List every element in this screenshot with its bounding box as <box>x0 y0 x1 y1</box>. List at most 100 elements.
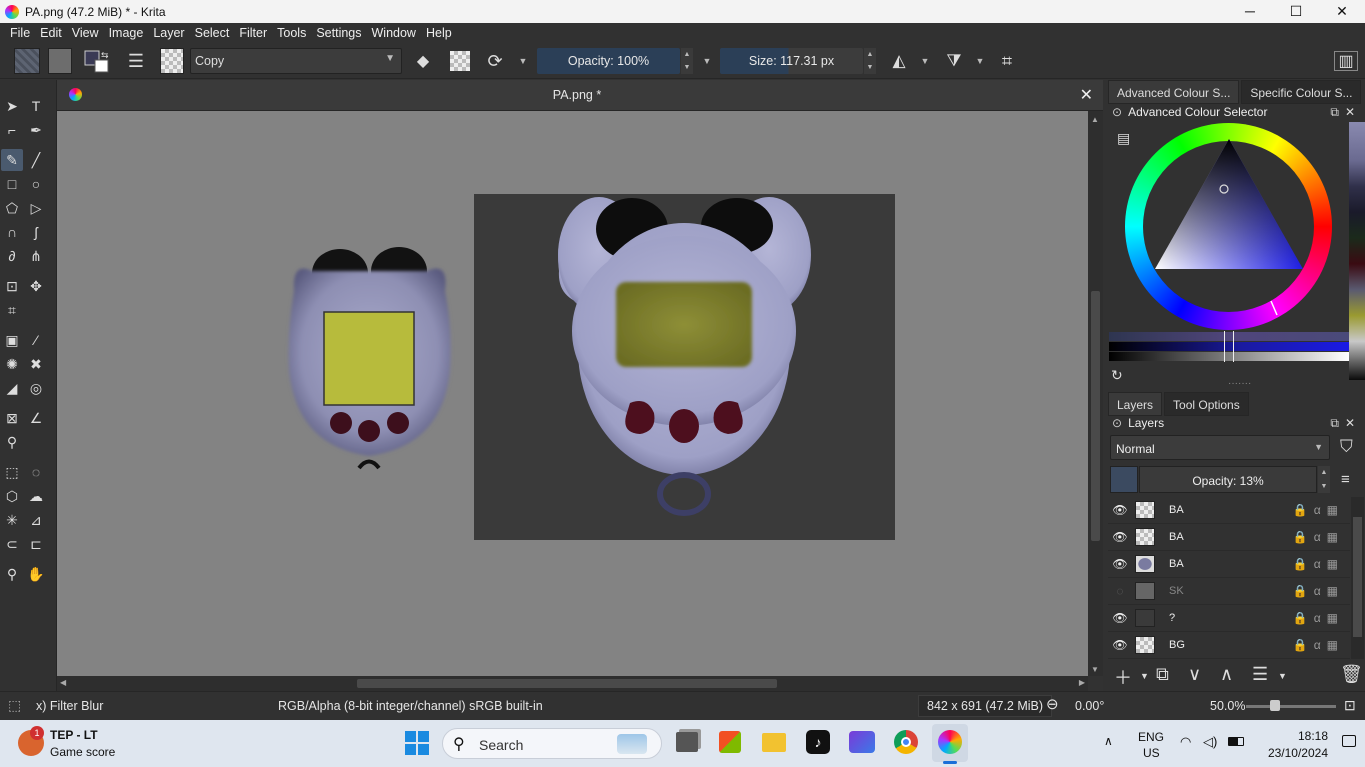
multibrush-tool-icon[interactable]: ⋔ <box>25 245 47 267</box>
pan-tool-icon[interactable]: ✋ <box>25 563 47 585</box>
chevron-down-icon[interactable]: ▼ <box>973 48 987 74</box>
chevron-up-icon[interactable]: ∧ <box>1104 734 1113 748</box>
menu-tools[interactable]: Tools <box>272 26 311 40</box>
colourize-mask-tool-icon[interactable]: ✺ <box>1 353 23 375</box>
volume-icon[interactable]: ◁) <box>1203 734 1217 750</box>
menu-image[interactable]: Image <box>104 26 149 40</box>
layers-scrollbar[interactable] <box>1351 497 1364 659</box>
add-layer-icon[interactable]: ＋ <box>1114 664 1132 690</box>
document-tab[interactable]: PA.png * ✕ <box>57 80 1103 111</box>
measure-tool-icon[interactable]: ∠ <box>25 407 47 429</box>
colorspace-status[interactable]: RGB/Alpha (8-bit integer/channel) sRGB b… <box>278 699 543 713</box>
menu-select[interactable]: Select <box>190 26 235 40</box>
mirror-horizontal-icon[interactable]: ◭ <box>887 48 911 74</box>
tab-advanced-colour-selector[interactable]: Advanced Colour S... <box>1108 80 1240 104</box>
zoom-tool-icon[interactable]: ⚲ <box>1 563 23 585</box>
ellipse-tool-icon[interactable]: ○ <box>25 173 47 195</box>
refresh-icon[interactable]: ↻ <box>1111 367 1123 384</box>
eye-closed-icon[interactable]: ◌ <box>1108 584 1132 598</box>
line-tool-icon[interactable]: ╱ <box>25 149 47 171</box>
chevron-down-icon[interactable]: ▼ <box>918 48 932 74</box>
layer-row[interactable]: 👁 BA 🔒α▦ <box>1108 524 1350 551</box>
horizontal-scrollbar[interactable]: ◀ ▶ <box>57 676 1088 691</box>
workspace-switcher-icon[interactable]: ▥ <box>1334 51 1358 71</box>
opacity-slider[interactable]: Opacity: 100% <box>537 48 680 74</box>
calligraphy-tool-icon[interactable]: ✒ <box>25 119 47 141</box>
close-panel-icon[interactable]: ✕ <box>1345 105 1355 119</box>
wrap-around-icon[interactable]: ⌗ <box>995 48 1019 74</box>
layer-opacity-spinner[interactable]: ▲ ▼ <box>1318 466 1330 493</box>
assistant-tool-icon[interactable]: ⊠ <box>1 407 23 429</box>
blend-mode-select[interactable]: Copy ▼ <box>190 48 402 74</box>
text-tool-icon[interactable]: T <box>25 95 47 117</box>
notifications-icon[interactable] <box>1342 735 1356 747</box>
move-layer-down-icon[interactable]: ∨ <box>1188 664 1201 685</box>
layer-colour-swatch[interactable] <box>1110 466 1138 493</box>
crop-tool-icon[interactable]: ⌗ <box>1 299 23 321</box>
eye-icon[interactable]: 👁 <box>1108 611 1132 625</box>
layer-opacity-slider[interactable]: Opacity: 13% <box>1139 466 1317 493</box>
chevron-down-icon[interactable]: ▼ <box>699 48 715 74</box>
minimize-button[interactable]: ─ <box>1227 0 1273 23</box>
chevron-down-icon[interactable]: ▼ <box>1140 671 1149 681</box>
layer-flags-icon[interactable]: 🔒α▦ <box>1293 584 1344 598</box>
gradient-preset-icon[interactable] <box>14 48 40 74</box>
freehand-selection-tool-icon[interactable]: ☁ <box>25 485 47 507</box>
eye-icon[interactable]: 👁 <box>1108 557 1132 571</box>
zoom-slider-handle[interactable] <box>1270 700 1280 711</box>
rotation-icon[interactable]: ⊖ <box>1046 695 1059 713</box>
menu-help[interactable]: Help <box>421 26 457 40</box>
hamburger-menu-icon[interactable]: ≡ <box>1341 471 1350 488</box>
rotation-value[interactable]: 0.00° <box>1075 699 1104 713</box>
display-mode-icon[interactable]: ⊡ <box>1344 697 1356 714</box>
bezier-tool-icon[interactable]: ∩ <box>1 221 23 243</box>
widget-subtitle[interactable]: Game score <box>50 745 115 759</box>
scroll-thumb[interactable] <box>357 679 777 688</box>
polygon-tool-icon[interactable]: ⬠ <box>1 197 23 219</box>
layer-flags-icon[interactable]: 🔒α▦ <box>1293 638 1344 652</box>
similar-colour-selection-tool-icon[interactable]: ⊿ <box>25 509 47 531</box>
duplicate-layer-icon[interactable]: ⧉ <box>1156 664 1169 685</box>
close-panel-icon[interactable]: ✕ <box>1345 416 1355 430</box>
layer-properties-icon[interactable]: ☰ <box>1252 664 1268 685</box>
layer-flags-icon[interactable]: 🔒α▦ <box>1293 557 1344 571</box>
mirror-vertical-icon[interactable]: ⧩ <box>942 48 966 74</box>
float-panel-icon[interactable]: ⧉ <box>1330 105 1339 120</box>
layer-row[interactable]: ◌ SK 🔒α▦ <box>1108 578 1350 605</box>
battery-icon[interactable] <box>1228 737 1244 746</box>
menu-edit[interactable]: Edit <box>35 26 67 40</box>
taskbar-search-box[interactable]: ⚲ Search <box>442 728 662 759</box>
menu-filter[interactable]: Filter <box>234 26 272 40</box>
layer-row[interactable]: 👁 ? 🔒α▦ <box>1108 605 1350 632</box>
menu-file[interactable]: File <box>5 26 35 40</box>
layer-row[interactable]: 👁 BG 🔒α▦ <box>1108 632 1350 659</box>
lock-icon[interactable]: ⊙ <box>1112 416 1122 430</box>
select-shapes-tool-icon[interactable]: ➤ <box>1 95 23 117</box>
eye-icon[interactable]: 👁 <box>1108 638 1132 652</box>
freehand-path-tool-icon[interactable]: ʃ <box>25 221 47 243</box>
eye-icon[interactable]: 👁 <box>1108 503 1132 517</box>
transform-tool-icon[interactable]: ⊡ <box>1 275 23 297</box>
size-slider[interactable]: Size: 117.31 px <box>720 48 863 74</box>
file-explorer-icon[interactable] <box>762 733 786 752</box>
freehand-brush-tool-icon[interactable]: ✎ <box>1 149 23 171</box>
brush-settings-icon[interactable]: ☰ <box>125 48 147 74</box>
close-window-button[interactable]: ✕ <box>1319 0 1365 23</box>
layer-flags-icon[interactable]: 🔒α▦ <box>1293 530 1344 544</box>
dynamic-brush-tool-icon[interactable]: ∂ <box>1 245 23 267</box>
windows-start-icon[interactable] <box>405 731 429 755</box>
zoom-value[interactable]: 50.0% <box>1210 699 1245 713</box>
pattern-preset-icon[interactable] <box>48 48 72 74</box>
colour-sampler-tool-icon[interactable]: ⁄ <box>25 329 47 351</box>
clipchamp-icon[interactable] <box>849 731 875 753</box>
microsoft-store-icon[interactable] <box>719 731 741 753</box>
polygonal-selection-tool-icon[interactable]: ⬡ <box>1 485 23 507</box>
eye-icon[interactable]: 👁 <box>1108 530 1132 544</box>
tab-specific-colour-selector[interactable]: Specific Colour S... <box>1241 80 1362 104</box>
maximize-button[interactable]: ☐ <box>1273 0 1319 23</box>
krita-taskbar-icon[interactable] <box>938 730 962 754</box>
wifi-icon[interactable]: ◠ <box>1180 734 1191 750</box>
chevron-down-icon[interactable]: ▼ <box>515 48 531 74</box>
menu-view[interactable]: View <box>67 26 104 40</box>
fill-tool-icon[interactable]: ◢ <box>1 377 23 399</box>
